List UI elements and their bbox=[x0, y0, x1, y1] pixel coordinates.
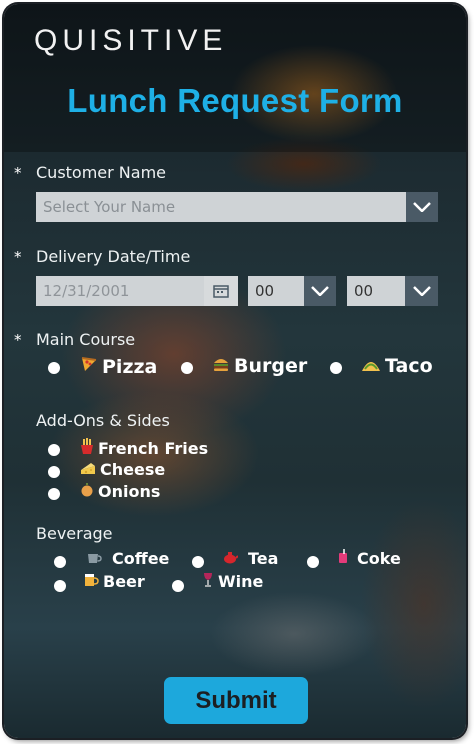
option-beer[interactable]: Beer bbox=[84, 572, 145, 591]
radio-coffee[interactable] bbox=[54, 556, 66, 568]
tea-icon bbox=[222, 549, 239, 568]
logo: QUISITIVE bbox=[34, 24, 228, 57]
fries-icon bbox=[80, 438, 94, 458]
main-course-label: Main Course bbox=[36, 330, 136, 349]
option-coke[interactable]: Coke bbox=[337, 549, 401, 568]
option-pizza[interactable]: Pizza bbox=[80, 355, 157, 378]
required-marker: * bbox=[14, 164, 22, 182]
option-cheese[interactable]: Cheese bbox=[80, 460, 165, 479]
calendar-icon[interactable] bbox=[204, 276, 238, 306]
chevron-down-icon[interactable] bbox=[406, 192, 438, 222]
customer-name-label: Customer Name bbox=[36, 163, 167, 182]
hour-select[interactable]: 00 bbox=[248, 276, 304, 306]
onion-icon bbox=[80, 482, 94, 501]
option-tea[interactable]: Tea bbox=[222, 549, 278, 568]
chevron-down-icon[interactable] bbox=[304, 276, 336, 306]
radio-wine[interactable] bbox=[172, 580, 184, 592]
option-onions[interactable]: Onions bbox=[80, 482, 160, 501]
wine-icon bbox=[202, 572, 214, 591]
radio-beer[interactable] bbox=[54, 580, 66, 592]
page-title: Lunch Request Form bbox=[67, 82, 403, 119]
option-label: Wine bbox=[218, 572, 264, 591]
option-coffee[interactable]: Coffee bbox=[86, 549, 169, 568]
beer-icon bbox=[84, 572, 99, 591]
option-label: Onions bbox=[98, 482, 161, 501]
pizza-icon bbox=[80, 355, 98, 378]
radio-coke[interactable] bbox=[307, 556, 319, 568]
cheese-icon bbox=[80, 460, 96, 479]
option-burger[interactable]: Burger bbox=[212, 355, 307, 377]
option-label: French Fries bbox=[98, 438, 209, 458]
beverage-label: Beverage bbox=[36, 524, 113, 543]
delivery-label: Delivery Date/Time bbox=[36, 247, 191, 266]
coffee-icon bbox=[86, 549, 102, 568]
app-frame: QUISITIVE Lunch Request Form * Customer … bbox=[4, 4, 466, 738]
radio-pizza[interactable] bbox=[48, 362, 60, 374]
coke-icon bbox=[337, 549, 349, 568]
chevron-down-icon[interactable] bbox=[405, 276, 438, 306]
option-french-fries[interactable]: French Fries bbox=[80, 438, 208, 458]
submit-button[interactable]: Submit bbox=[164, 677, 308, 724]
date-input[interactable]: 12/31/2001 bbox=[36, 276, 204, 306]
radio-burger[interactable] bbox=[181, 362, 193, 374]
option-taco[interactable]: Taco bbox=[361, 355, 433, 377]
addons-label: Add-Ons & Sides bbox=[36, 411, 170, 430]
option-label: Beer bbox=[103, 572, 145, 591]
radio-cheese[interactable] bbox=[48, 466, 60, 478]
radio-taco[interactable] bbox=[330, 362, 342, 374]
option-label: Cheese bbox=[100, 460, 166, 479]
required-marker: * bbox=[14, 248, 22, 266]
option-label: Tea bbox=[248, 549, 279, 568]
header: QUISITIVE Lunch Request Form bbox=[4, 4, 466, 152]
radio-french-fries[interactable] bbox=[48, 444, 60, 456]
customer-name-select[interactable]: Select Your Name bbox=[36, 192, 406, 222]
option-label: Burger bbox=[234, 355, 308, 377]
option-label: Pizza bbox=[102, 355, 158, 378]
required-marker: * bbox=[14, 331, 22, 349]
minute-select[interactable]: 00 bbox=[347, 276, 405, 306]
radio-onions[interactable] bbox=[48, 488, 60, 500]
taco-icon bbox=[361, 355, 381, 377]
option-label: Coffee bbox=[112, 549, 170, 568]
burger-icon bbox=[212, 355, 230, 377]
radio-tea[interactable] bbox=[192, 556, 204, 568]
option-label: Coke bbox=[357, 549, 401, 568]
option-label: Taco bbox=[385, 355, 433, 377]
option-wine[interactable]: Wine bbox=[202, 572, 263, 591]
